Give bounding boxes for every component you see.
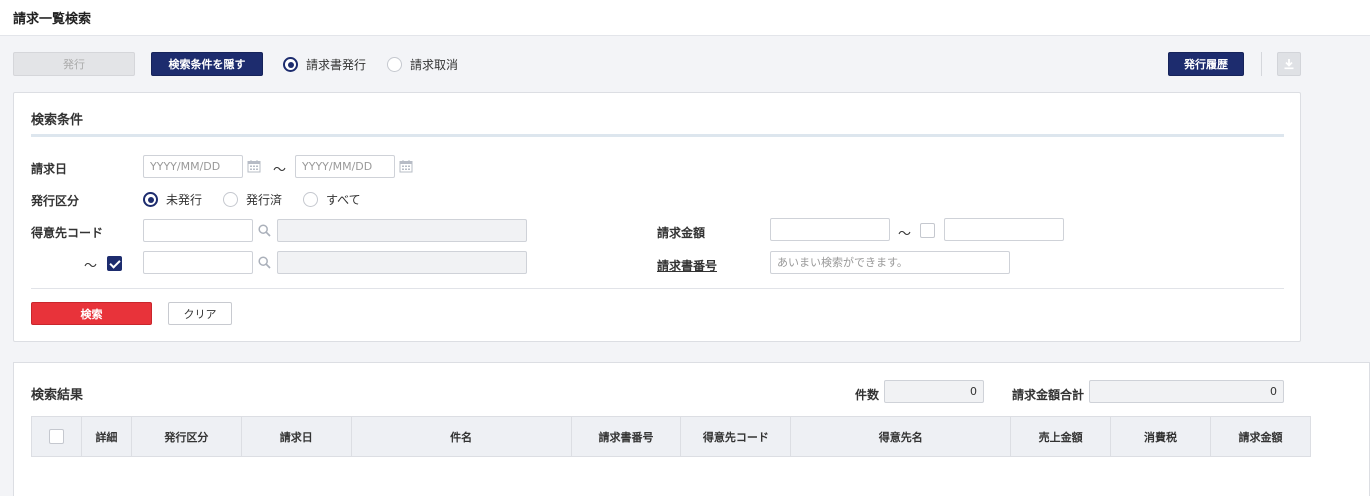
amount-range-checkbox[interactable] [920,223,935,238]
customer-code-label: 得意先コード [31,226,104,240]
select-all-cell [31,416,82,457]
column-header-customer-name[interactable]: 得意先名 [790,416,1012,457]
invoice-date-label: 請求日 [31,162,68,176]
download-button[interactable] [1277,52,1301,76]
issue-status-radio-issued[interactable]: 発行済 [223,191,282,208]
toolbar-divider [1261,52,1262,76]
radio-selected-icon [283,57,298,72]
invoice-number-input[interactable]: あいまい検索ができます。 [770,251,1010,274]
total-amount-label: 請求金額合計 [1012,388,1085,402]
issue-status-radio-all[interactable]: すべて [303,191,361,208]
radio-selected-icon [143,192,158,207]
amount-range-separator: ～ [898,227,912,242]
total-amount-value: 0 [1089,380,1284,403]
date-range-separator: ～ [273,163,287,178]
invoice-number-label[interactable]: 請求書番号 [657,257,717,274]
issue-status-label: 発行区分 [31,194,80,208]
select-all-checkbox[interactable] [48,429,64,444]
mode-radio-cancel[interactable]: 請求取消 [387,56,458,73]
search-conditions-title: 検索条件 [31,113,84,128]
issue-status-radio-label: すべて [326,193,361,207]
customer-name-to-display [277,251,527,274]
clear-button[interactable]: クリア [168,302,232,325]
invoice-amount-from-input[interactable] [770,218,890,241]
result-count-label: 件数 [855,388,880,402]
mode-radio-issue[interactable]: 請求書発行 [283,56,366,73]
radio-unselected-icon [387,57,402,72]
issue-status-radio-unissued[interactable]: 未発行 [143,191,202,208]
customer-code-range-checkbox[interactable] [107,256,122,271]
search-icon[interactable] [258,256,271,269]
download-icon [1284,59,1294,70]
column-header-sales-amount[interactable]: 売上金額 [1010,416,1112,457]
results-table: 詳細 発行区分 請求日 件名 請求書番号 得意先コード 得意先名 売上金額 消費… [31,416,1311,457]
issue-status-radio-label: 発行済 [246,193,283,207]
search-results-title: 検索結果 [31,388,84,403]
column-header-customer-code[interactable]: 得意先コード [680,416,792,457]
radio-unselected-icon [223,192,238,207]
calendar-icon[interactable] [247,159,261,173]
page-title: 請求一覧検索 [13,12,92,27]
invoice-amount-to-input[interactable] [944,218,1064,241]
invoice-date-from-input[interactable]: YYYY/MM/DD [143,155,243,178]
column-header-invoice-amount[interactable]: 請求金額 [1210,416,1311,457]
customer-code-range-separator: ～ [84,259,98,274]
toggle-conditions-button[interactable]: 検索条件を隠す [151,52,263,76]
column-header-invoice-date[interactable]: 請求日 [240,416,352,457]
issue-button[interactable]: 発行 [13,52,135,76]
issue-status-radio-label: 未発行 [166,193,203,207]
customer-code-from-input[interactable] [143,219,253,242]
section-underline [31,134,1284,137]
radio-unselected-icon [303,192,318,207]
column-header-issue-status[interactable]: 発行区分 [130,416,242,457]
search-icon[interactable] [258,224,271,237]
invoice-amount-label: 請求金額 [657,226,706,240]
column-header-consumption-tax[interactable]: 消費税 [1110,416,1212,457]
title-bar [0,0,1370,36]
issue-history-button[interactable]: 発行履歴 [1168,52,1244,76]
column-header-detail[interactable]: 詳細 [80,416,132,457]
column-header-invoice-number[interactable]: 請求書番号 [570,416,682,457]
mode-radio-cancel-label: 請求取消 [410,58,459,72]
conditions-divider [31,288,1284,289]
table-header-row: 詳細 発行区分 請求日 件名 請求書番号 得意先コード 得意先名 売上金額 消費… [31,416,1311,457]
mode-radio-issue-label: 請求書発行 [306,58,367,72]
search-button[interactable]: 検索 [31,302,152,325]
customer-code-to-input[interactable] [143,251,253,274]
calendar-icon[interactable] [399,159,413,173]
result-count-value: 0 [884,380,984,403]
invoice-date-to-input[interactable]: YYYY/MM/DD [295,155,395,178]
customer-name-from-display [277,219,527,242]
column-header-subject[interactable]: 件名 [350,416,572,457]
